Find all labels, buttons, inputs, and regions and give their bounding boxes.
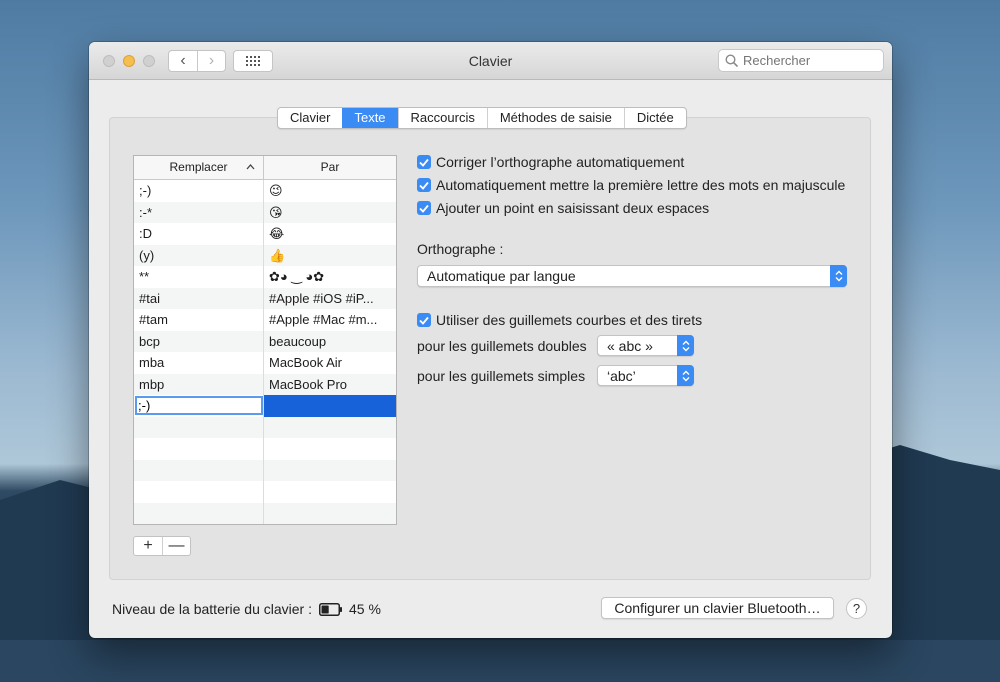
table-row[interactable]: #tam #Apple #Mac #m...	[134, 309, 396, 331]
replace-cell: #tam	[134, 309, 264, 331]
with-cell[interactable]	[264, 395, 396, 417]
double-quotes-popup[interactable]: « abc »	[597, 335, 694, 356]
text-replacement-table: Remplacer Par ;-) 😉 :-* 😘 :D 😂 (y) 👍 ** ✿◕ ‿ …	[133, 155, 397, 525]
battery-value: 45 %	[349, 601, 381, 617]
spelling-label: Orthographe :	[417, 241, 504, 257]
with-cell: ✿◕ ‿ ◕✿	[269, 269, 325, 284]
checkmark-icon	[417, 201, 431, 215]
tab-dictee[interactable]: Dictée	[623, 108, 686, 128]
replace-cell: mbp	[134, 373, 264, 395]
keyboard-preferences-window: ‹ › Clavier Clavier Texte Raccourcis Mét…	[89, 42, 892, 638]
table-row-empty	[134, 459, 396, 481]
replace-cell: mba	[134, 352, 264, 374]
with-cell: 😉	[269, 183, 283, 198]
tab-methodes-de-saisie[interactable]: Méthodes de saisie	[486, 108, 624, 128]
checkmark-icon	[417, 313, 431, 327]
with-cell: MacBook Air	[269, 355, 342, 370]
titlebar: ‹ › Clavier	[89, 42, 892, 80]
autocorrect-label: Corriger l’orthographe automatiquement	[436, 154, 685, 170]
checkmark-icon	[417, 178, 431, 192]
table-row[interactable]: (y) 👍	[134, 244, 396, 266]
table-header: Remplacer Par	[134, 156, 396, 180]
add-remove-buttons: + —	[133, 536, 191, 556]
replace-cell: :D	[134, 223, 264, 245]
replace-cell: :-*	[134, 201, 264, 223]
tab-clavier[interactable]: Clavier	[278, 108, 342, 128]
capitalize-checkbox[interactable]: Automatiquement mettre la première lettr…	[417, 177, 845, 193]
remove-button[interactable]: —	[161, 537, 190, 555]
tab-raccourcis[interactable]: Raccourcis	[397, 108, 487, 128]
single-quotes-popup[interactable]: ‘abc’	[597, 365, 694, 386]
single-quotes-label: pour les guillemets simples	[417, 368, 586, 384]
with-cell: beaucoup	[269, 333, 327, 349]
table-body: ;-) 😉 :-* 😘 :D 😂 (y) 👍 ** ✿◕ ‿ ◕✿ #tai #Apple …	[134, 180, 396, 524]
replace-cell: bcp	[134, 330, 264, 352]
replace-cell: **	[134, 266, 264, 288]
autocorrect-checkbox[interactable]: Corriger l’orthographe automatiquement	[417, 154, 684, 170]
battery-label: Niveau de la batterie du clavier :	[112, 601, 312, 617]
up-down-arrows-icon	[830, 265, 847, 287]
table-row-empty	[134, 481, 396, 503]
smart-quotes-checkbox[interactable]: Utiliser des guillemets courbes et des t…	[417, 312, 702, 328]
replace-cell: (y)	[134, 244, 264, 266]
double-space-checkbox[interactable]: Ajouter un point en saisissant deux espa…	[417, 200, 709, 216]
up-down-arrows-icon	[677, 365, 694, 386]
configure-bluetooth-keyboard-button[interactable]: Configurer un clavier Bluetooth…	[601, 597, 834, 619]
help-button[interactable]: ?	[846, 598, 867, 619]
replace-edit-field[interactable]	[135, 396, 263, 415]
table-row-empty	[134, 502, 396, 524]
sort-ascending-icon	[246, 164, 255, 170]
table-row[interactable]: ** ✿◕ ‿ ◕✿	[134, 266, 396, 288]
table-row[interactable]: mba MacBook Air	[134, 352, 396, 374]
table-row[interactable]: mbp MacBook Pro	[134, 373, 396, 395]
spelling-popup[interactable]: Automatique par langue	[417, 265, 847, 287]
with-cell: #Apple #iOS #iP...	[269, 290, 374, 306]
add-button[interactable]: +	[134, 537, 162, 555]
column-header-replace[interactable]: Remplacer	[134, 156, 264, 179]
table-row[interactable]: bcp beaucoup	[134, 330, 396, 352]
table-row[interactable]: #tai #Apple #iOS #iP...	[134, 287, 396, 309]
replace-cell: #tai	[134, 287, 264, 309]
double-quotes-value: « abc »	[607, 338, 653, 354]
single-quotes-value: ‘abc’	[607, 368, 636, 384]
table-row[interactable]: ;-) 😉	[134, 180, 396, 202]
search-icon	[725, 54, 739, 68]
table-row[interactable]: :D 😂	[134, 223, 396, 245]
replace-cell	[134, 395, 264, 417]
with-cell: #Apple #Mac #m...	[269, 312, 378, 327]
tab-bar: Clavier Texte Raccourcis Méthodes de sai…	[277, 107, 687, 129]
tab-texte[interactable]: Texte	[342, 108, 398, 128]
with-cell: 👍	[269, 247, 286, 263]
with-cell: MacBook Pro	[269, 376, 348, 392]
table-row-empty	[134, 438, 396, 460]
battery-icon	[319, 603, 342, 616]
double-quotes-label: pour les guillemets doubles	[417, 338, 587, 354]
search-input[interactable]	[718, 49, 884, 72]
smart-quotes-label: Utiliser des guillemets courbes et des t…	[436, 312, 703, 328]
with-cell: 😘	[269, 204, 283, 220]
table-row[interactable]: :-* 😘	[134, 201, 396, 223]
replace-cell: ;-)	[134, 180, 264, 202]
double-space-label: Ajouter un point en saisissant deux espa…	[436, 200, 710, 216]
column-header-with[interactable]: Par	[264, 156, 396, 179]
spelling-value: Automatique par langue	[427, 268, 576, 284]
table-row-editing[interactable]	[134, 395, 396, 417]
with-cell: 😂	[269, 226, 285, 241]
table-row-empty	[134, 416, 396, 438]
capitalize-label: Automatiquement mettre la première lettr…	[436, 177, 846, 193]
up-down-arrows-icon	[677, 335, 694, 356]
checkmark-icon	[417, 155, 431, 169]
